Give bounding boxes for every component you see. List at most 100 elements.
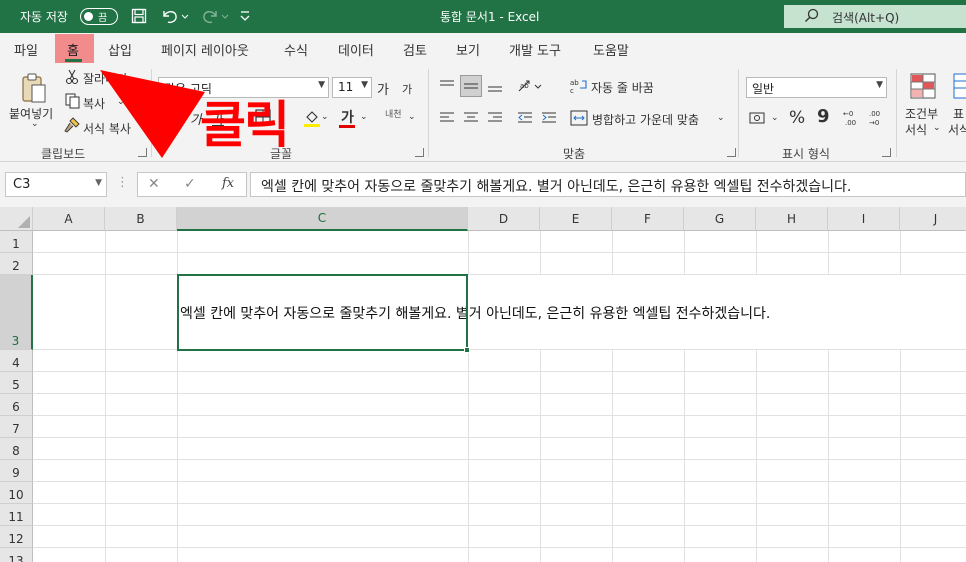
format-painter-label[interactable]: 서식 복사 bbox=[83, 120, 131, 137]
font-size-dropdown[interactable]: 11 ▼ bbox=[332, 77, 372, 98]
fill-color-icon[interactable] bbox=[303, 108, 321, 128]
spreadsheet-grid[interactable]: A B C D E F G H I J 1 2 3 4 5 6 7 8 9 10… bbox=[0, 207, 966, 562]
conditional-format-label-2[interactable]: 서식 bbox=[905, 121, 927, 138]
accounting-dropdown-icon[interactable]: ⌄ bbox=[771, 113, 779, 123]
merge-center-button[interactable]: 병합하고 가운데 맞춤 bbox=[592, 111, 699, 128]
number-format-dropdown[interactable]: 일반 ▼ bbox=[746, 77, 887, 98]
column-header-j[interactable]: J bbox=[900, 207, 966, 231]
tab-page-layout[interactable]: 페이지 레이아웃 bbox=[161, 40, 249, 59]
tab-help[interactable]: 도움말 bbox=[593, 40, 629, 59]
copy-label[interactable]: 복사 bbox=[83, 95, 105, 112]
format-as-table-label-2[interactable]: 서식 bbox=[948, 121, 966, 138]
fill-color-dropdown-icon[interactable]: ⌄ bbox=[321, 112, 329, 122]
column-header-g[interactable]: G bbox=[684, 207, 756, 231]
column-header-e[interactable]: E bbox=[540, 207, 612, 231]
tab-file[interactable]: 파일 bbox=[14, 40, 38, 59]
format-as-table-icon[interactable] bbox=[952, 71, 966, 101]
row-header-8[interactable]: 8 bbox=[0, 438, 33, 460]
search-box[interactable]: 검색(Alt+Q) bbox=[784, 5, 966, 28]
font-launcher-icon[interactable] bbox=[415, 148, 424, 157]
tab-view[interactable]: 보기 bbox=[456, 40, 480, 59]
scissors-icon[interactable] bbox=[64, 69, 80, 85]
align-left-icon[interactable] bbox=[438, 109, 456, 127]
copy-dropdown-icon[interactable]: ⌄ bbox=[117, 97, 125, 107]
formula-input[interactable]: 엑셀 칸에 맞추어 자동으로 줄맞추기 해볼게요. 별거 아닌데도, 은근히 유… bbox=[250, 172, 966, 197]
autosave-toggle[interactable]: 끔 bbox=[80, 8, 118, 25]
gridline bbox=[33, 252, 966, 253]
tab-insert[interactable]: 삽입 bbox=[108, 40, 132, 59]
format-painter-icon[interactable] bbox=[64, 117, 80, 133]
conditional-format-icon[interactable] bbox=[908, 71, 938, 101]
text-orientation-icon[interactable]: ab bbox=[516, 77, 544, 95]
font-color-button[interactable]: 가 bbox=[341, 107, 354, 127]
tab-review[interactable]: 검토 bbox=[403, 40, 427, 59]
align-bottom-icon[interactable] bbox=[486, 77, 504, 95]
font-name-dropdown[interactable]: 맑은 고딕 ▼ bbox=[158, 77, 329, 98]
row-header-10[interactable]: 10 bbox=[0, 482, 33, 504]
decrease-decimal-icon[interactable]: .00 →0 bbox=[867, 108, 887, 128]
number-launcher-icon[interactable] bbox=[882, 148, 891, 157]
tab-formulas[interactable]: 수식 bbox=[284, 40, 308, 59]
formula-bar-grip-icon[interactable]: ⋮ bbox=[116, 175, 129, 190]
tab-home[interactable]: 홈 bbox=[67, 40, 79, 59]
row-header-13[interactable]: 13 bbox=[0, 548, 33, 562]
accounting-format-icon[interactable] bbox=[748, 109, 768, 127]
increase-decimal-icon[interactable]: ←0.00 bbox=[843, 108, 863, 128]
insert-function-icon[interactable]: fx bbox=[222, 176, 234, 191]
column-header-i[interactable]: I bbox=[828, 207, 900, 231]
paste-dropdown-icon[interactable]: ⌄ bbox=[31, 119, 39, 129]
percent-button[interactable]: % bbox=[789, 108, 805, 128]
row-header-9[interactable]: 9 bbox=[0, 460, 33, 482]
select-all-corner[interactable] bbox=[0, 207, 33, 231]
align-center-icon[interactable] bbox=[462, 109, 480, 127]
paste-icon[interactable] bbox=[18, 71, 50, 105]
phonetic-button[interactable]: 내천 bbox=[385, 107, 402, 120]
phonetic-dropdown-icon[interactable]: ⌄ bbox=[408, 112, 416, 122]
font-color-dropdown-icon[interactable]: ⌄ bbox=[360, 112, 368, 122]
column-header-b[interactable]: B bbox=[105, 207, 177, 231]
column-header-f[interactable]: F bbox=[612, 207, 684, 231]
cut-label[interactable]: 잘라내기 bbox=[83, 70, 127, 87]
column-header-c[interactable]: C bbox=[177, 207, 468, 231]
align-middle-icon[interactable] bbox=[460, 75, 482, 97]
row-header-3[interactable]: 3 bbox=[0, 275, 33, 350]
row-header-7[interactable]: 7 bbox=[0, 416, 33, 438]
row-header-5[interactable]: 5 bbox=[0, 372, 33, 394]
decrease-indent-icon[interactable] bbox=[516, 109, 534, 127]
cancel-icon[interactable]: ✕ bbox=[148, 176, 160, 192]
merge-dropdown-icon[interactable]: ⌄ bbox=[717, 113, 725, 123]
tab-data[interactable]: 데이터 bbox=[338, 40, 374, 59]
align-right-icon[interactable] bbox=[486, 109, 504, 127]
comma-style-button[interactable]: 9 bbox=[817, 106, 830, 127]
column-header-d[interactable]: D bbox=[468, 207, 540, 231]
row-header-1[interactable]: 1 bbox=[0, 231, 33, 253]
undo-icon[interactable] bbox=[158, 6, 192, 26]
row-header-4[interactable]: 4 bbox=[0, 350, 33, 372]
column-header-a[interactable]: A bbox=[33, 207, 105, 231]
row-header-6[interactable]: 6 bbox=[0, 394, 33, 416]
name-box[interactable]: C3 ▼ bbox=[5, 172, 107, 197]
copy-icon[interactable] bbox=[64, 93, 80, 109]
wrap-text-button[interactable]: 자동 줄 바꿈 bbox=[591, 79, 654, 96]
merge-center-icon[interactable] bbox=[570, 109, 588, 127]
format-as-table-label-1[interactable]: 표 bbox=[953, 105, 964, 122]
increase-indent-icon[interactable] bbox=[540, 109, 558, 127]
clipboard-launcher-icon[interactable] bbox=[138, 148, 147, 157]
conditional-format-dropdown-icon[interactable]: ⌄ bbox=[933, 123, 941, 133]
save-icon[interactable] bbox=[128, 6, 150, 26]
row-header-11[interactable]: 11 bbox=[0, 504, 33, 526]
column-header-h[interactable]: H bbox=[756, 207, 828, 231]
row-header-2[interactable]: 2 bbox=[0, 253, 33, 275]
tab-developer[interactable]: 개발 도구 bbox=[509, 40, 561, 59]
row-header-12[interactable]: 12 bbox=[0, 526, 33, 548]
conditional-format-label-1[interactable]: 조건부 bbox=[905, 105, 938, 122]
shrink-font-button[interactable]: 가 bbox=[402, 81, 412, 97]
redo-icon[interactable] bbox=[198, 6, 232, 26]
customize-qat-icon[interactable] bbox=[236, 6, 254, 26]
enter-icon[interactable]: ✓ bbox=[184, 176, 196, 192]
alignment-launcher-icon[interactable] bbox=[727, 148, 736, 157]
align-top-icon[interactable] bbox=[438, 77, 456, 95]
fill-handle[interactable] bbox=[464, 347, 470, 353]
grow-font-button[interactable]: 가 bbox=[377, 79, 389, 98]
wrap-text-icon[interactable]: ab c bbox=[570, 77, 588, 95]
